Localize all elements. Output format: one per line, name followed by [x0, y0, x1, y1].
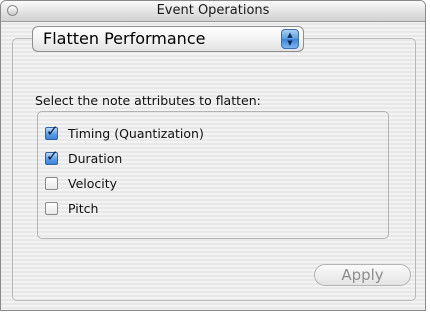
timing-label: Timing (Quantization) [68, 126, 204, 141]
operation-popup-label: Flatten Performance [43, 29, 206, 48]
event-operations-window: Event Operations Flatten Performance ▲ ▼… [0, 0, 426, 311]
duration-checkbox[interactable]: ✓ [45, 147, 59, 165]
pitch-checkbox[interactable] [45, 202, 58, 215]
operation-popup-button[interactable]: Flatten Performance ▲ ▼ [32, 26, 304, 52]
popup-up-down-arrows-icon: ▲ ▼ [281, 29, 299, 49]
pitch-label: Pitch [68, 201, 99, 216]
checkmark-icon: ✓ [46, 122, 59, 140]
arrow-up-icon: ▲ [287, 31, 293, 39]
title-bar[interactable]: Event Operations [1, 1, 425, 22]
arrow-down-icon: ▼ [287, 39, 293, 47]
attributes-section-label: Select the note attributes to flatten: [35, 93, 261, 108]
velocity-checkbox[interactable] [45, 177, 58, 190]
duration-label: Duration [68, 151, 123, 166]
checkmark-icon: ✓ [46, 147, 59, 165]
window-title: Event Operations [156, 3, 270, 18]
apply-button[interactable]: Apply [314, 264, 411, 286]
timing-checkbox[interactable]: ✓ [45, 122, 59, 140]
velocity-label: Velocity [68, 176, 118, 191]
